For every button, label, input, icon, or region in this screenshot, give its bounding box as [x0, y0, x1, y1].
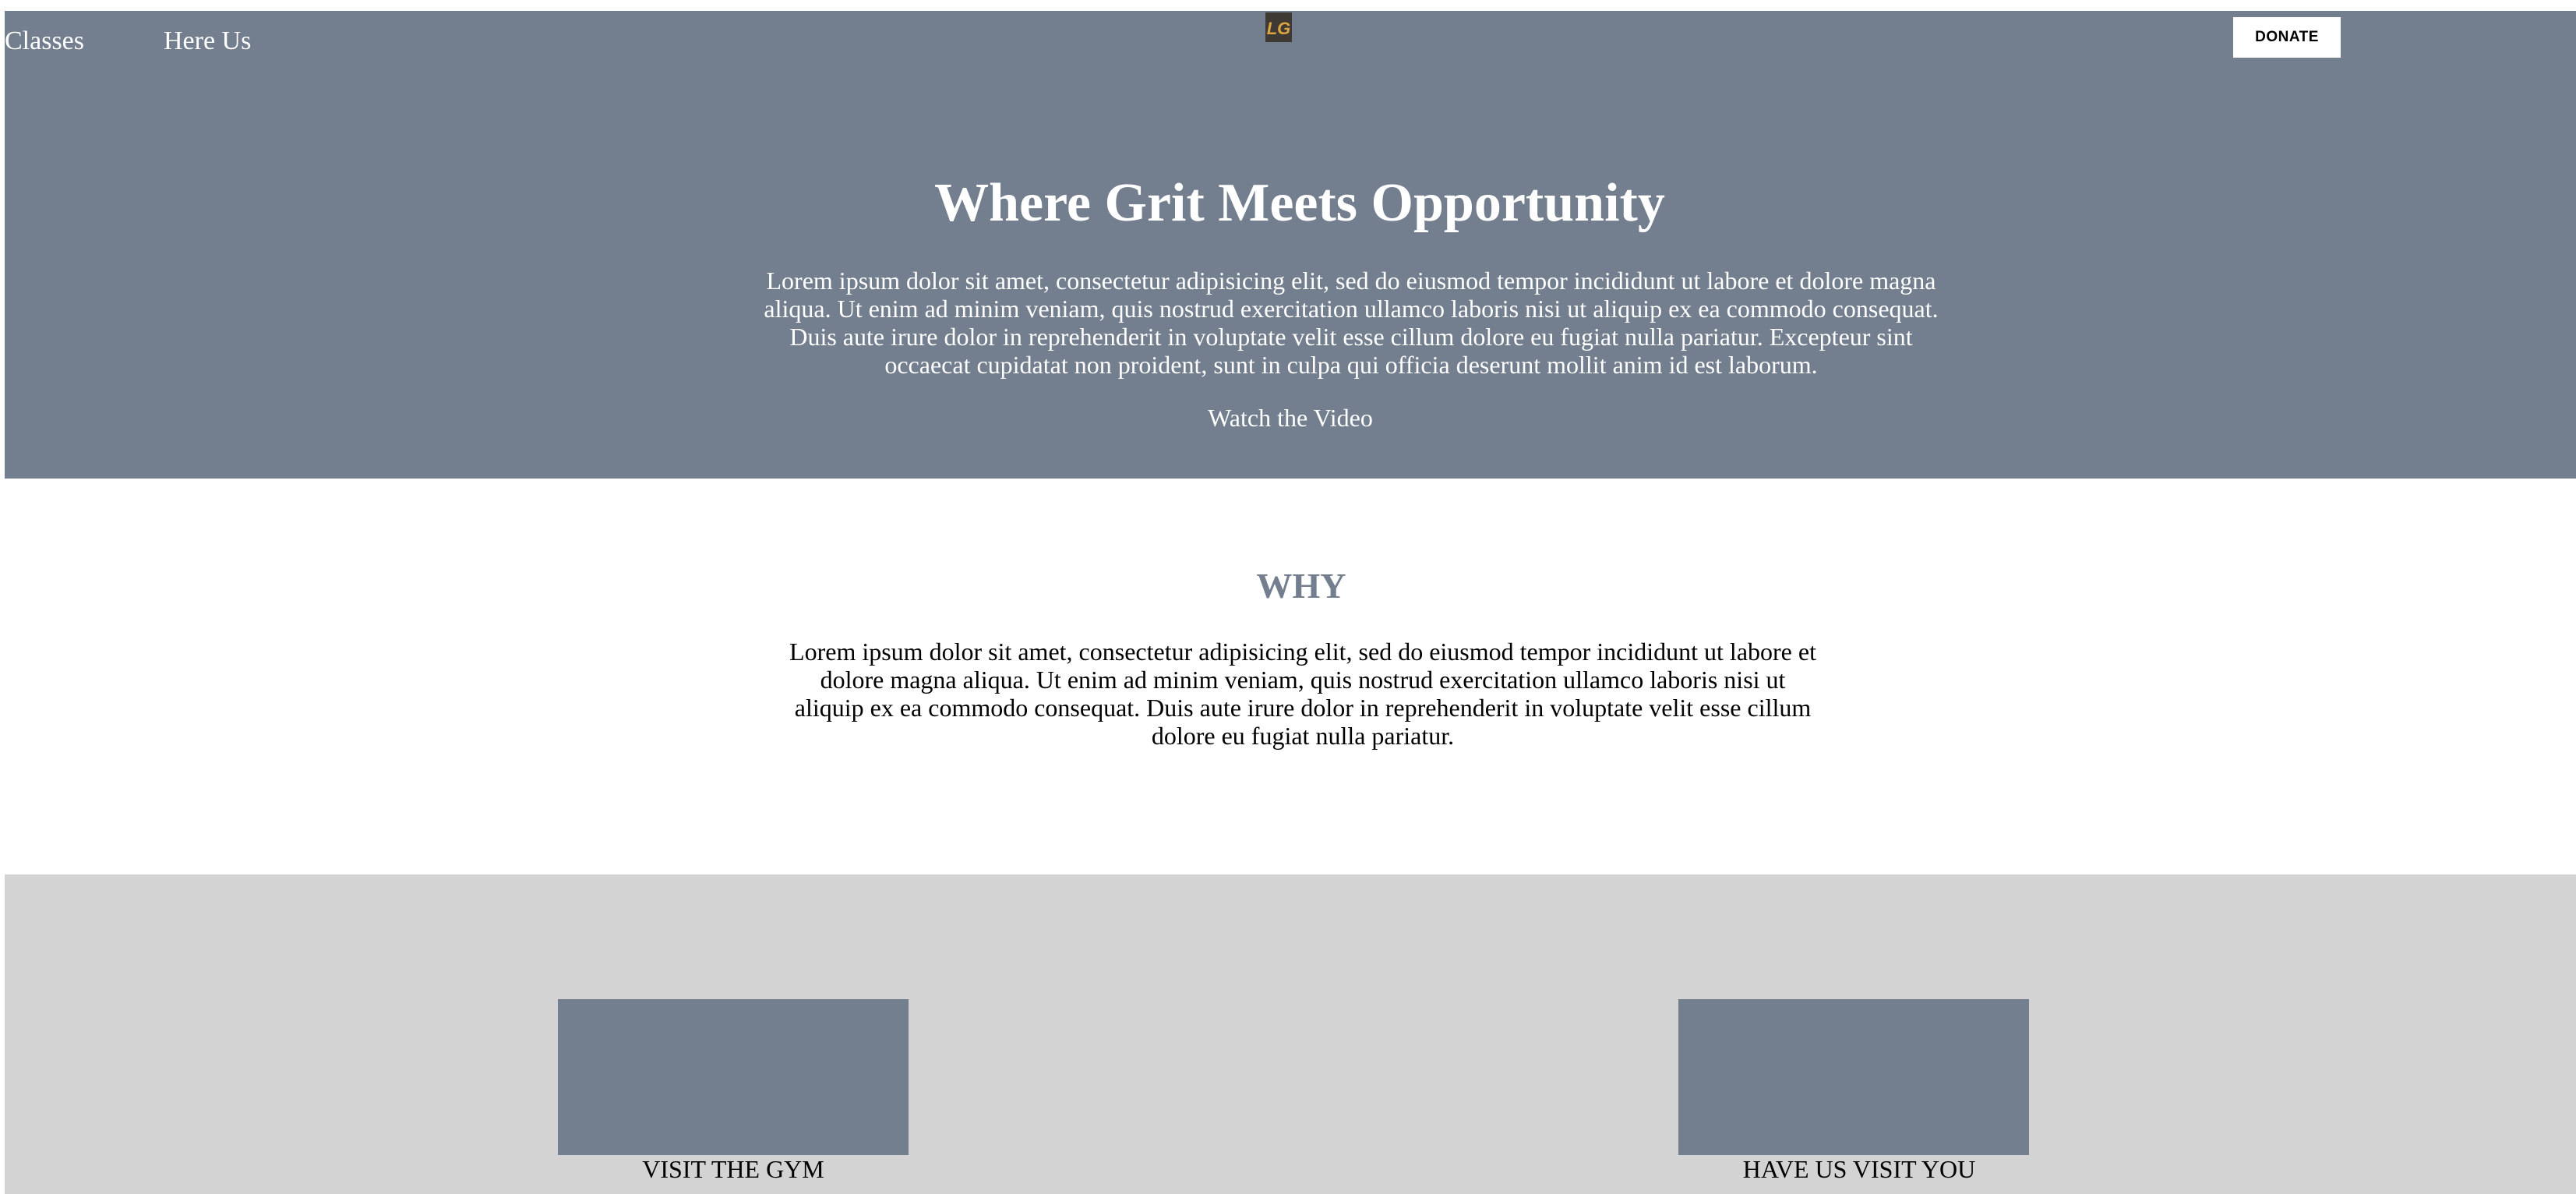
have-us-visit-label[interactable]: HAVE US VISIT YOU — [1586, 1155, 2132, 1183]
have-us-visit-image[interactable] — [1678, 999, 2029, 1155]
logo-mark-icon: LG — [1267, 19, 1290, 38]
visit-gym-label[interactable]: VISIT THE GYM — [461, 1155, 1006, 1183]
logo-text: LG — [1267, 19, 1290, 38]
why-description: Lorem ipsum dolor sit amet, consectetur … — [789, 638, 1816, 750]
page: Classes Here Us LG DONATE Where Grit Mee… — [0, 0, 2576, 1194]
nav-link-classes[interactable]: Classes — [5, 28, 84, 55]
hero-description: Lorem ipsum dolor sit amet, consectetur … — [764, 267, 1939, 379]
hero-title: Where Grit Meets Opportunity — [934, 173, 1665, 233]
donate-button[interactable]: DONATE — [2233, 17, 2341, 58]
watch-video-link[interactable]: Watch the Video — [5, 404, 2576, 432]
options-section: VISIT THE GYM HAVE US VISIT YOU — [5, 874, 2576, 1194]
nav-link-here-us[interactable]: Here Us — [164, 28, 251, 55]
visit-gym-image[interactable] — [558, 999, 909, 1155]
logo-icon[interactable]: LG — [1265, 12, 1292, 42]
why-title: WHY — [1256, 566, 1346, 606]
hero-section: Classes Here Us LG DONATE Where Grit Mee… — [5, 11, 2576, 479]
